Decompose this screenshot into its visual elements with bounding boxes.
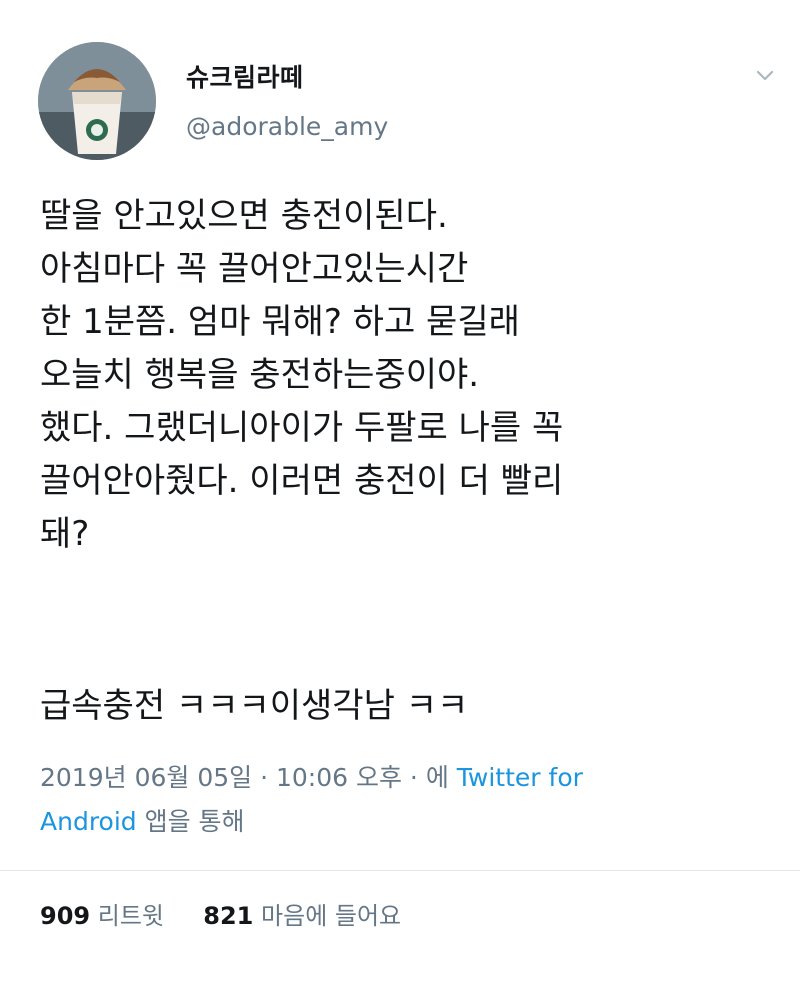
tweet-meta: 2019년 06월 05일 · 10:06 오후 · 에 Twitter for… [40,756,740,844]
tweet-card: 슈크림라떼 @adorable_amy 딸을 안고있으면 충전이된다. 아침마다… [0,0,800,1000]
display-name[interactable]: 슈크림라떼 [186,58,304,94]
source-link-line1[interactable]: Twitter for [457,763,583,792]
source-link-line2[interactable]: Android [40,807,137,836]
like-count[interactable]: 821 [203,902,253,930]
chevron-down-icon[interactable] [752,62,778,88]
retweet-label[interactable]: 리트윗 [98,902,164,930]
source-suffix: 앱을 통해 [144,807,245,836]
stats-divider [0,870,800,871]
like-label[interactable]: 마음에 들어요 [261,902,401,930]
tweet-stats: 909 리트윗 821 마음에 들어요 [40,896,401,931]
retweet-count[interactable]: 909 [40,902,90,930]
avatar-photo-icon [38,42,156,160]
tweet-text-tail: 급속충전 ㅋㅋㅋ이생각남 ㅋㅋ [40,686,469,726]
user-handle[interactable]: @adorable_amy [186,112,388,141]
user-avatar[interactable] [38,42,156,160]
tweet-timestamp[interactable]: 2019년 06월 05일 · 10:06 오후 · 에 [40,763,449,792]
tweet-text: 딸을 안고있으면 충전이된다. 아침마다 꼭 끌어안고있는시간 한 1분쯤. 엄… [40,196,564,554]
